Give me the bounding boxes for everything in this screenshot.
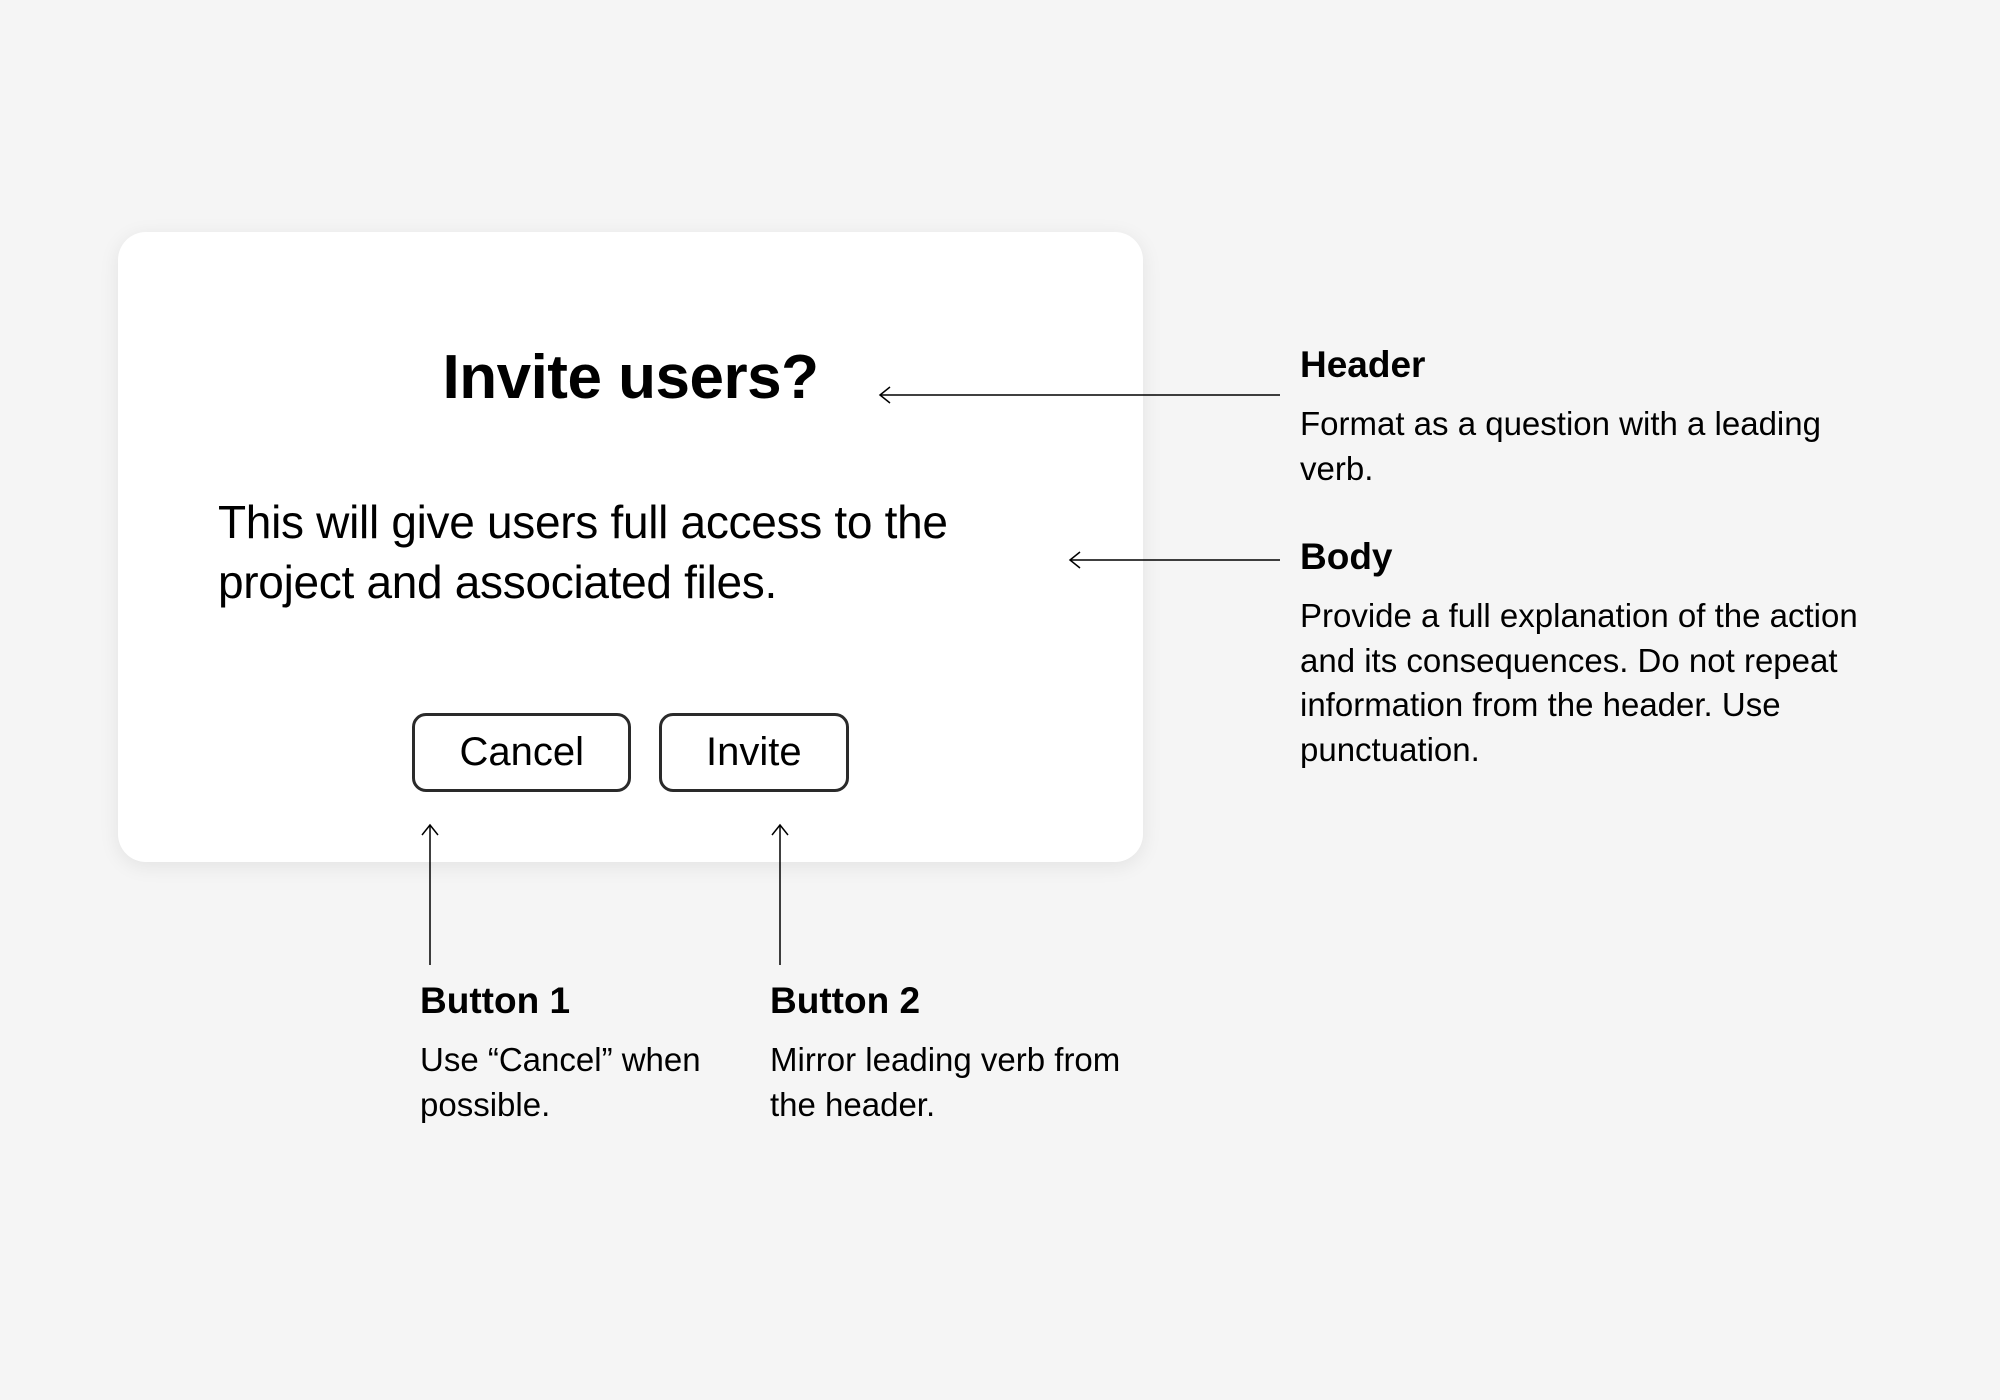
dialog-header: Invite users? [218, 342, 1043, 413]
invite-button[interactable]: Invite [659, 713, 849, 792]
annotation-header-title: Header [1300, 344, 1860, 386]
annotation-button1-title: Button 1 [420, 980, 770, 1022]
annotation-button1: Button 1 Use “Cancel” when possible. [420, 980, 770, 1127]
cancel-button[interactable]: Cancel [412, 713, 631, 792]
annotation-button2-desc: Mirror leading verb from the header. [770, 1038, 1150, 1127]
annotation-button2: Button 2 Mirror leading verb from the he… [770, 980, 1150, 1127]
annotation-body-title: Body [1300, 536, 1860, 578]
annotation-header: Header Format as a question with a leadi… [1300, 344, 1860, 491]
dialog-card: Invite users? This will give users full … [118, 232, 1143, 862]
annotation-button1-desc: Use “Cancel” when possible. [420, 1038, 770, 1127]
annotation-header-desc: Format as a question with a leading verb… [1300, 402, 1860, 491]
dialog-body: This will give users full access to the … [218, 493, 1043, 613]
annotation-button2-title: Button 2 [770, 980, 1150, 1022]
dialog-button-row: Cancel Invite [218, 713, 1043, 792]
annotation-body-desc: Provide a full explanation of the action… [1300, 594, 1860, 772]
annotation-body: Body Provide a full explanation of the a… [1300, 536, 1860, 772]
